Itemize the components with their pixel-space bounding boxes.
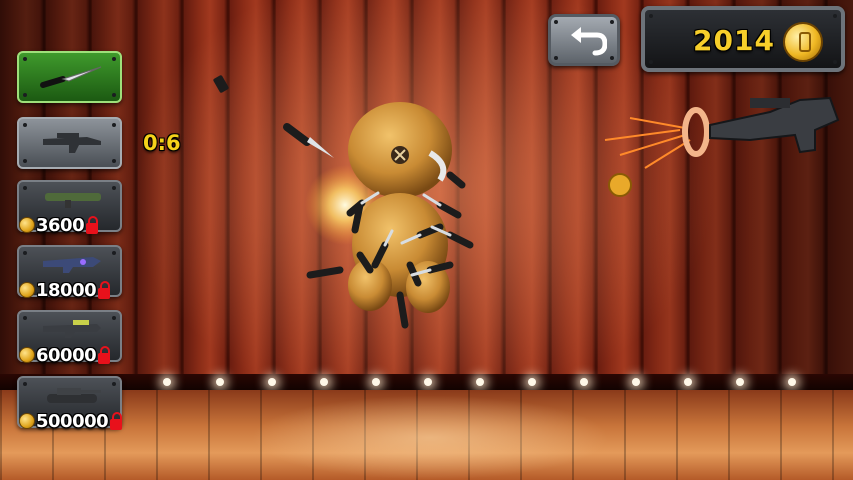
rivet [23,382,27,386]
undo-arrow-icon [571,27,607,56]
tank-icon [47,388,101,403]
coin-icon [19,282,35,298]
rivet [23,57,27,61]
coin-balance-panel: 2014 [641,6,845,72]
weapon-price: 500000 [19,410,123,432]
spotlight [268,378,276,386]
rivet [610,20,614,24]
knife-icon [40,66,102,88]
spotlight [632,378,640,386]
rivet [112,251,116,255]
spotlight [528,378,536,386]
rivet [112,57,116,61]
spotlight [684,378,692,386]
weapon-slot-rocket-launcher[interactable]: 3600 [17,180,122,236]
rivet [554,56,558,60]
rivet [112,382,116,386]
knife-fragment-icon [213,75,229,93]
weapon-slot-tank[interactable]: 500000 [17,376,123,432]
spotlight [476,378,484,386]
price-label: 500000 [36,410,109,432]
coin-icon [19,217,35,233]
rivet [554,20,558,24]
price-label: 18000 [36,279,97,301]
price-label: 60000 [36,344,97,366]
weapon-slot-knife[interactable] [17,51,122,103]
rivet [112,316,116,320]
spotlight [736,378,744,386]
rivet [112,93,116,97]
rivet [610,56,614,60]
lock-icon [98,345,111,364]
spotlight [372,378,380,386]
spotlight [320,378,328,386]
coin-icon [19,413,35,429]
rivet [23,159,27,163]
price-label: 3600 [36,214,85,236]
rivet [112,186,116,190]
rivet [833,14,837,18]
rivet [649,60,653,64]
gold-coin-icon [783,22,823,62]
weapon-slot-heavy-gun[interactable]: 60000 [17,310,122,366]
spotlight [163,378,171,386]
weapon-slot-smg[interactable] [17,117,122,169]
lock-icon [86,215,99,234]
heavy-gun-icon [43,320,101,338]
coin-icon [19,347,35,363]
weapon-slot-plasma-rifle[interactable]: 18000 [17,245,122,301]
hit-counter: 0:6 [143,131,181,155]
spotlight [580,378,588,386]
rivet [23,123,27,127]
rivet [112,159,116,163]
rivet [649,14,653,18]
rivet [833,60,837,64]
spotlight [216,378,224,386]
rivet [23,93,27,97]
rivet [23,251,27,255]
lock-icon [110,411,123,430]
weapon-price: 60000 [19,344,111,366]
rivet [23,186,27,190]
flying-knife-icon [283,123,334,158]
coin-count: 2014 [693,24,775,57]
rivet [23,316,27,320]
smg-icon [43,133,101,153]
weapon-price: 3600 [19,214,99,236]
weapon-price: 18000 [19,279,111,301]
game-stage[interactable]: 3600 18000 60000 500000 0:6 2014 [0,0,853,480]
firing-gun-icon [604,96,840,197]
lock-icon [98,280,111,299]
spotlight [788,378,796,386]
spotlight [424,378,432,386]
rivet [112,123,116,127]
back-button[interactable] [548,14,620,66]
floor-light-glow [250,395,610,480]
plasma-rifle-icon [43,257,101,273]
rocket-launcher-icon [45,193,101,208]
